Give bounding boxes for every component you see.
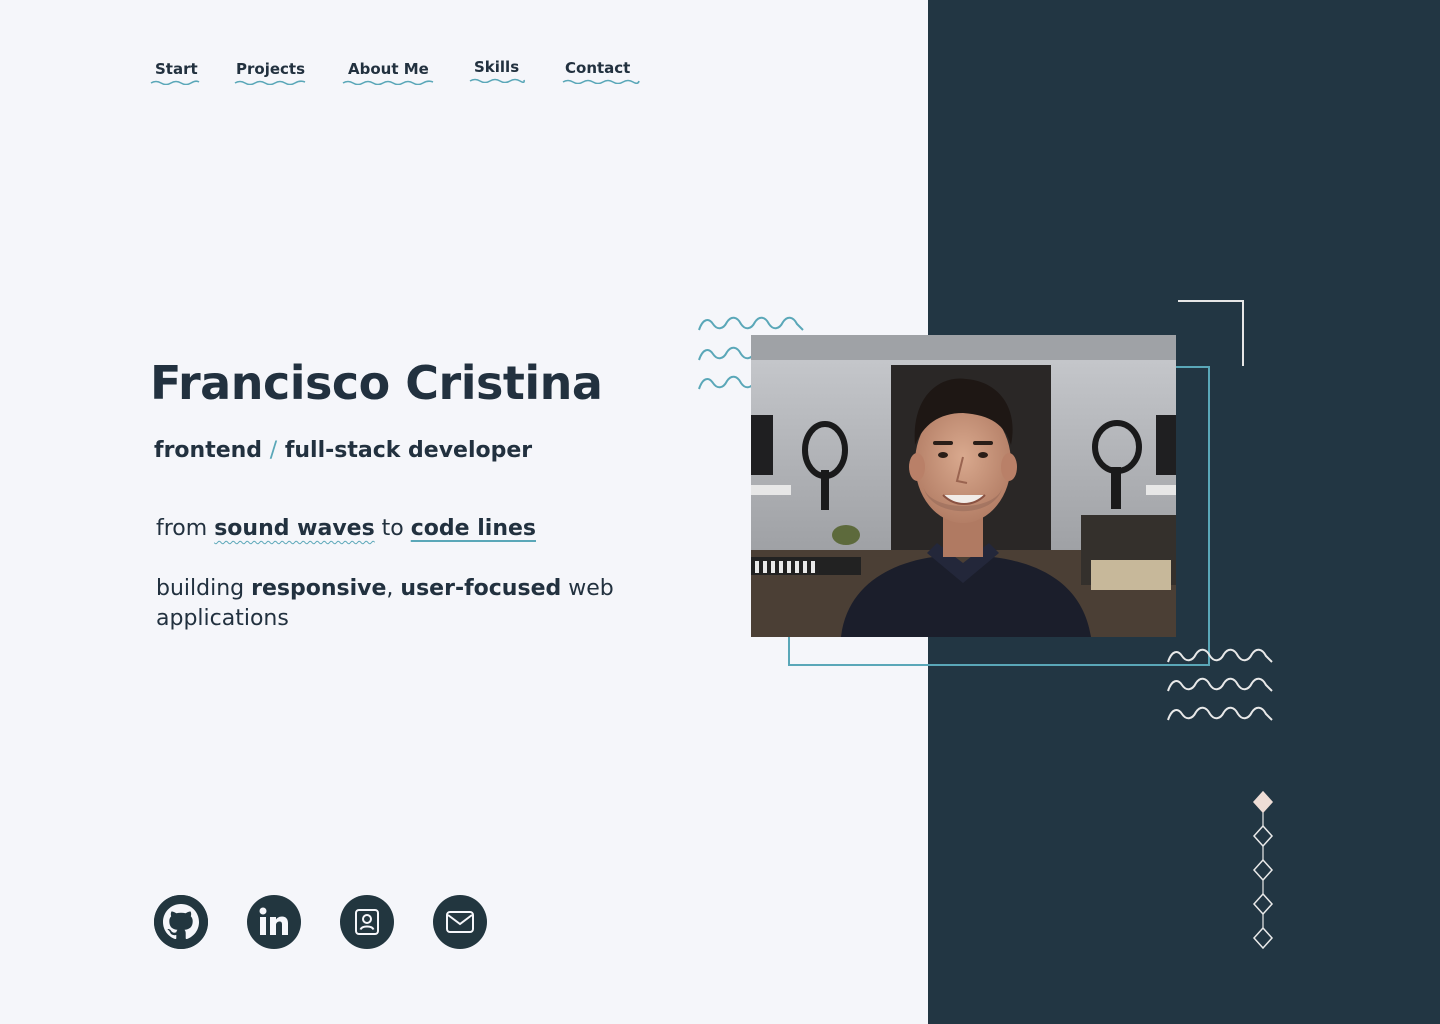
tagline-sound-waves: sound waves: [214, 516, 375, 541]
desc-user-focused: user-focused: [400, 576, 562, 601]
mail-icon: [446, 911, 474, 933]
photo-corner-accent: [1178, 300, 1244, 366]
desc-comma: ,: [386, 576, 401, 601]
linkedin-button[interactable]: [247, 895, 301, 949]
description: building responsive, user-focused web ap…: [156, 574, 626, 634]
role-slash: /: [269, 438, 278, 463]
tagline: from sound waves to code lines: [156, 516, 536, 541]
contact-card-button[interactable]: [340, 895, 394, 949]
profile-photo: [751, 335, 1176, 637]
page-title: Francisco Cristina: [150, 356, 603, 410]
github-icon: [154, 895, 208, 949]
diamond-active-icon: [1252, 790, 1274, 814]
nav-about-me-label: About Me: [348, 60, 429, 78]
nav-contact[interactable]: Contact: [562, 57, 640, 84]
nav-start[interactable]: Start: [150, 58, 200, 85]
nav-skills[interactable]: Skills: [469, 56, 525, 83]
tagline-from: from: [156, 516, 215, 541]
nav-start-label: Start: [155, 60, 198, 78]
linkedin-icon: [259, 907, 288, 935]
diamond-icon: [1252, 892, 1274, 916]
nav-projects-label: Projects: [236, 60, 306, 78]
mail-button[interactable]: [433, 895, 487, 949]
role-subtitle: frontend / full-stack developer: [154, 438, 532, 463]
diamond-icon: [1252, 926, 1274, 950]
role-fullstack: full-stack developer: [284, 438, 533, 463]
contact-card-icon: [355, 909, 379, 935]
github-button[interactable]: [154, 895, 208, 949]
diamond-icon: [1252, 824, 1274, 848]
scroll-indicator[interactable]: [1250, 790, 1276, 950]
tagline-to: to: [374, 516, 411, 541]
desc-responsive: responsive: [251, 576, 387, 601]
portrait-illustration: [751, 335, 1176, 637]
nav-skills-label: Skills: [474, 58, 520, 76]
nav-contact-label: Contact: [565, 59, 631, 77]
nav-about-me[interactable]: About Me: [342, 58, 434, 85]
tagline-code-lines: code lines: [410, 516, 536, 541]
role-frontend: frontend: [154, 438, 263, 463]
diamond-icon: [1252, 858, 1274, 882]
wave-lines-icon: [1167, 648, 1273, 721]
nav-projects[interactable]: Projects: [234, 58, 306, 85]
desc-building: building: [156, 576, 252, 601]
